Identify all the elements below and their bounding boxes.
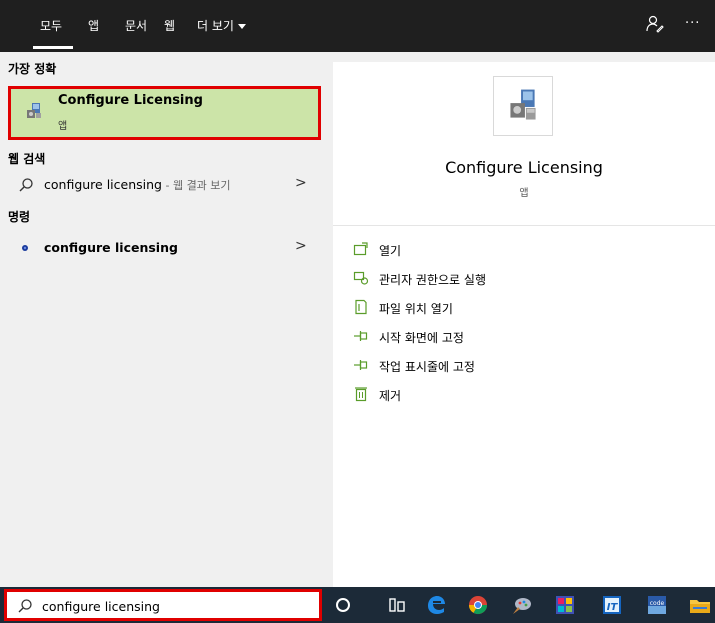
- best-match-type: 앱: [58, 121, 68, 132]
- divider: [333, 225, 715, 226]
- action-label: 작업 표시줄에 고정: [379, 360, 475, 374]
- tab-apps[interactable]: 앱: [88, 17, 99, 34]
- action-uninstall[interactable]: 제거: [353, 384, 693, 406]
- svg-text:code: code: [650, 600, 665, 607]
- chrome-browser-icon[interactable]: [466, 593, 490, 617]
- task-view-icon[interactable]: [385, 593, 409, 617]
- taskbar: configure licensing IT code: [0, 587, 715, 623]
- open-icon: [353, 242, 368, 256]
- tab-more[interactable]: 더 보기: [197, 17, 246, 34]
- web-search-heading: 웹 검색: [8, 152, 46, 166]
- taskbar-search-box[interactable]: configure licensing: [4, 589, 322, 621]
- commands-heading: 명령: [8, 210, 31, 224]
- action-open[interactable]: 열기: [353, 239, 693, 261]
- tab-more-label: 더 보기: [197, 19, 234, 33]
- file-explorer-icon[interactable]: [688, 593, 712, 617]
- feedback-icon[interactable]: [645, 14, 665, 34]
- best-match-heading: 가장 정확: [8, 62, 57, 76]
- command-result[interactable]: configure licensing >: [0, 234, 323, 262]
- best-match-result[interactable]: Configure Licensing 앱: [8, 86, 321, 140]
- action-run-as-admin[interactable]: 관리자 권한으로 실행: [353, 268, 693, 290]
- more-options-icon[interactable]: ···: [685, 16, 700, 31]
- configure-licensing-app-icon: [27, 103, 41, 118]
- tab-web[interactable]: 웹: [164, 17, 175, 34]
- pin-start-icon: [354, 331, 368, 341]
- web-search-suffix: - 웹 결과 보기: [161, 179, 231, 192]
- it-app-icon[interactable]: IT: [600, 593, 624, 617]
- action-pin-to-start[interactable]: 시작 화면에 고정: [353, 326, 693, 348]
- active-tab-indicator: [33, 46, 73, 49]
- edge-browser-icon[interactable]: [424, 593, 448, 617]
- action-label: 시작 화면에 고정: [379, 331, 464, 345]
- action-label: 제거: [379, 389, 402, 403]
- action-label: 파일 위치 열기: [379, 302, 453, 316]
- action-open-file-location[interactable]: 파일 위치 열기: [353, 297, 693, 319]
- command-icon: [22, 245, 28, 251]
- cortana-icon[interactable]: [331, 593, 355, 617]
- paint-app-icon[interactable]: [510, 593, 534, 617]
- search-icon: [18, 599, 32, 613]
- pin-taskbar-icon: [354, 360, 368, 370]
- best-match-name: Configure Licensing: [58, 93, 203, 108]
- chevron-down-icon: [237, 24, 246, 29]
- tab-all[interactable]: 모두: [40, 17, 62, 34]
- web-search-text: configure licensing - 웹 결과 보기: [44, 177, 231, 193]
- grid-app-icon[interactable]: [553, 593, 577, 617]
- run-as-admin-icon: [353, 271, 369, 285]
- tab-documents[interactable]: 문서: [125, 17, 147, 34]
- results-panel: 가장 정확 Configure Licensing 앱 웹 검색 configu…: [0, 52, 323, 587]
- action-label: 열기: [379, 244, 402, 258]
- code-app-icon[interactable]: code: [645, 593, 669, 617]
- preview-panel: Configure Licensing 앱 열기 관리자 권한으로 실행 파일 …: [333, 62, 715, 587]
- search-filter-bar: 모두 앱 문서 웹 더 보기 ···: [0, 0, 715, 52]
- search-input[interactable]: configure licensing: [42, 599, 160, 614]
- preview-subtitle: 앱: [519, 188, 529, 199]
- search-icon: [19, 178, 33, 192]
- web-search-result[interactable]: configure licensing - 웹 결과 보기 >: [0, 171, 323, 199]
- action-pin-to-taskbar[interactable]: 작업 표시줄에 고정: [353, 355, 693, 377]
- uninstall-icon: [355, 387, 367, 402]
- svg-text:IT: IT: [607, 602, 619, 613]
- web-search-query: configure licensing: [44, 177, 162, 192]
- preview-title: Configure Licensing: [445, 158, 603, 177]
- command-name: configure licensing: [44, 240, 178, 255]
- preview-app-tile: [493, 76, 553, 136]
- configure-licensing-app-icon: [510, 89, 536, 120]
- action-label: 관리자 권한으로 실행: [379, 273, 486, 287]
- chevron-right-icon: >: [295, 175, 307, 191]
- file-location-icon: [355, 299, 367, 315]
- chevron-right-icon: >: [295, 238, 307, 254]
